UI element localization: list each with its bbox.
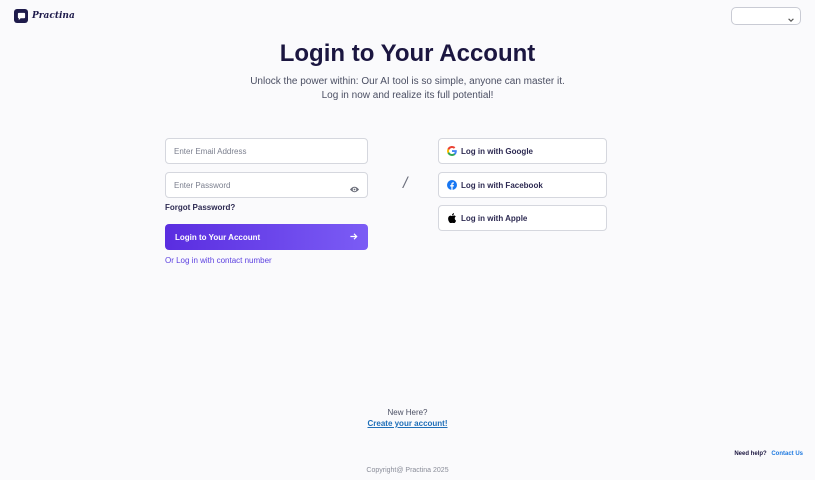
divider-slash: /	[403, 175, 408, 192]
copyright-text: Copyright@ Practina 2025	[366, 467, 449, 474]
help-footer: Need help? Contact Us	[734, 451, 803, 457]
signup-link-wrapper: Create your account!	[0, 419, 815, 428]
brand-logo[interactable]: Practina	[14, 9, 75, 23]
page-subtitle: Unlock the power within: Our AI tool is …	[0, 75, 815, 102]
signup-prompt: New Here?	[387, 408, 428, 417]
login-button[interactable]: Login to Your Account	[165, 224, 368, 250]
facebook-login-button[interactable]: Log in with Facebook	[438, 172, 607, 198]
contact-number-login-link[interactable]: Or Log in with contact number	[165, 256, 272, 265]
facebook-login-label: Log in with Facebook	[461, 180, 543, 190]
help-prompt: Need help?	[734, 451, 767, 457]
google-login-label: Log in with Google	[461, 146, 533, 156]
email-input[interactable]	[166, 139, 367, 163]
brand-name: Practina	[32, 11, 75, 21]
subtitle-line-1: Unlock the power within: Our AI tool is …	[250, 76, 565, 87]
apple-icon	[446, 213, 457, 224]
login-button-label: Login to Your Account	[175, 232, 261, 242]
eye-icon[interactable]	[349, 181, 360, 199]
create-account-link[interactable]: Create your account!	[367, 419, 447, 428]
apple-login-label: Log in with Apple	[461, 213, 528, 223]
arrow-right-icon	[349, 232, 359, 243]
facebook-icon	[446, 180, 457, 191]
password-input[interactable]	[166, 173, 367, 197]
email-field[interactable]	[165, 138, 368, 164]
password-field[interactable]	[165, 172, 368, 198]
apple-login-button[interactable]: Log in with Apple	[438, 205, 607, 231]
subtitle-line-2: Log in now and realize its full potentia…	[321, 89, 494, 101]
language-select[interactable]	[731, 7, 801, 25]
google-icon	[446, 146, 457, 157]
chevron-down-icon	[787, 11, 795, 29]
forgot-password-link[interactable]: Forgot Password?	[165, 203, 235, 212]
page-title: Login to Your Account	[279, 40, 536, 67]
google-login-button[interactable]: Log in with Google	[438, 138, 607, 164]
chat-bubble-icon	[14, 9, 28, 23]
contact-us-link[interactable]: Contact Us	[771, 451, 803, 457]
